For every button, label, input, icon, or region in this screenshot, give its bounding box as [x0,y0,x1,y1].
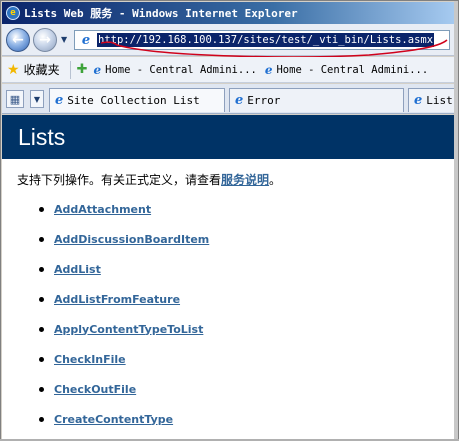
list-item: AddListFromFeature [2,284,454,314]
list-item: CreateContentType [2,404,454,434]
bullet-icon [39,297,44,302]
bullet-icon [39,327,44,332]
arrow-right-icon: → [39,32,51,48]
ie-page-icon: e [414,93,423,108]
add-favorite-icon[interactable]: ✚ [77,62,88,77]
bullet-icon [39,387,44,392]
list-item: CheckOutFile [2,374,454,404]
quick-tabs-button[interactable]: ▦ [6,90,24,108]
forward-button[interactable]: → [33,28,57,52]
tab-bar: ▦ ▼ e Site Collection List e Error e Lis… [2,84,455,114]
tab-label: List [426,94,453,107]
favorite-link-label: Home - Central Admini... [276,63,429,76]
intro-end: 。 [269,173,282,187]
list-item: AddList [2,254,454,284]
operation-link-addattachment[interactable]: AddAttachment [54,203,151,216]
tab-error[interactable]: e Error [229,88,404,112]
window-title: Lists Web 服务 - Windows Internet Explorer [24,7,298,20]
browser-window: e Lists Web 服务 - Windows Internet Explor… [0,0,459,441]
bullet-icon [39,267,44,272]
list-item: CheckInFile [2,344,454,374]
history-dropdown-button[interactable]: ▼ [61,35,71,45]
service-description-link[interactable]: 服务说明 [221,173,269,187]
operation-link-addlistfromfeature[interactable]: AddListFromFeature [54,293,180,306]
address-bar[interactable]: e http://192.168.100.137/sites/test/_vti… [74,30,450,50]
favorites-button[interactable]: 收藏夹 [24,61,60,78]
address-toolbar: ← → ▼ e http://192.168.100.137/sites/tes… [2,24,454,56]
tab-site-collection-list[interactable]: e Site Collection List [49,88,225,112]
operation-link-addlist[interactable]: AddList [54,263,101,276]
favorite-link-1[interactable]: e Home - Central Admini... [93,63,256,77]
tab-list[interactable]: e List [408,88,455,112]
operation-link-adddiscussionboarditem[interactable]: AddDiscussionBoardItem [54,233,209,246]
ie-icon: e [6,6,20,20]
tab-list-dropdown-button[interactable]: ▼ [30,90,44,108]
list-item: AddDiscussionBoardItem [2,224,454,254]
bullet-icon [39,357,44,362]
list-item: AddAttachment [2,194,454,224]
operation-link-applycontenttypetolist[interactable]: ApplyContentTypeToList [54,323,203,336]
operation-link-createcontenttype[interactable]: CreateContentType [54,413,173,426]
arrow-left-icon: ← [12,32,24,48]
favorite-link-2[interactable]: e Home - Central Admini... [265,63,428,77]
page-icon: e [81,32,91,48]
ie-page-icon: e [93,62,102,77]
grid-icon: ▦ [9,92,21,106]
operations-list: AddAttachment AddDiscussionBoardItem Add… [2,194,454,434]
operation-link-checkoutfile[interactable]: CheckOutFile [54,383,136,396]
bullet-icon [39,237,44,242]
intro-label: 支持下列操作。有关正式定义，请查看 [17,173,222,187]
page-content: Lists 支持下列操作。有关正式定义，请查看服务说明。 AddAttachme… [2,115,454,441]
tab-label: Error [247,94,281,107]
bullet-icon [39,417,44,422]
back-button[interactable]: ← [6,28,30,52]
page-title: Lists [2,115,454,159]
ie-page-icon: e [55,93,64,108]
divider [69,60,71,79]
window-edge-shadow [454,1,458,441]
tab-label: Site Collection List [67,94,200,107]
list-item: ApplyContentTypeToList [2,314,454,344]
bullet-icon [39,207,44,212]
operation-link-checkinfile[interactable]: CheckInFile [54,353,126,366]
favorites-bar: ★ 收藏夹 ✚ e Home - Central Admini... e Hom… [2,57,454,83]
ie-page-icon: e [235,93,244,108]
ie-page-icon: e [264,62,273,77]
title-bar: e Lists Web 服务 - Windows Internet Explor… [2,2,454,24]
intro-text: 支持下列操作。有关正式定义，请查看服务说明。 [17,171,454,188]
url-input[interactable]: http://192.168.100.137/sites/test/_vti_b… [97,33,435,47]
favorite-link-label: Home - Central Admini... [105,63,257,76]
favorites-star-icon[interactable]: ★ [7,62,20,78]
